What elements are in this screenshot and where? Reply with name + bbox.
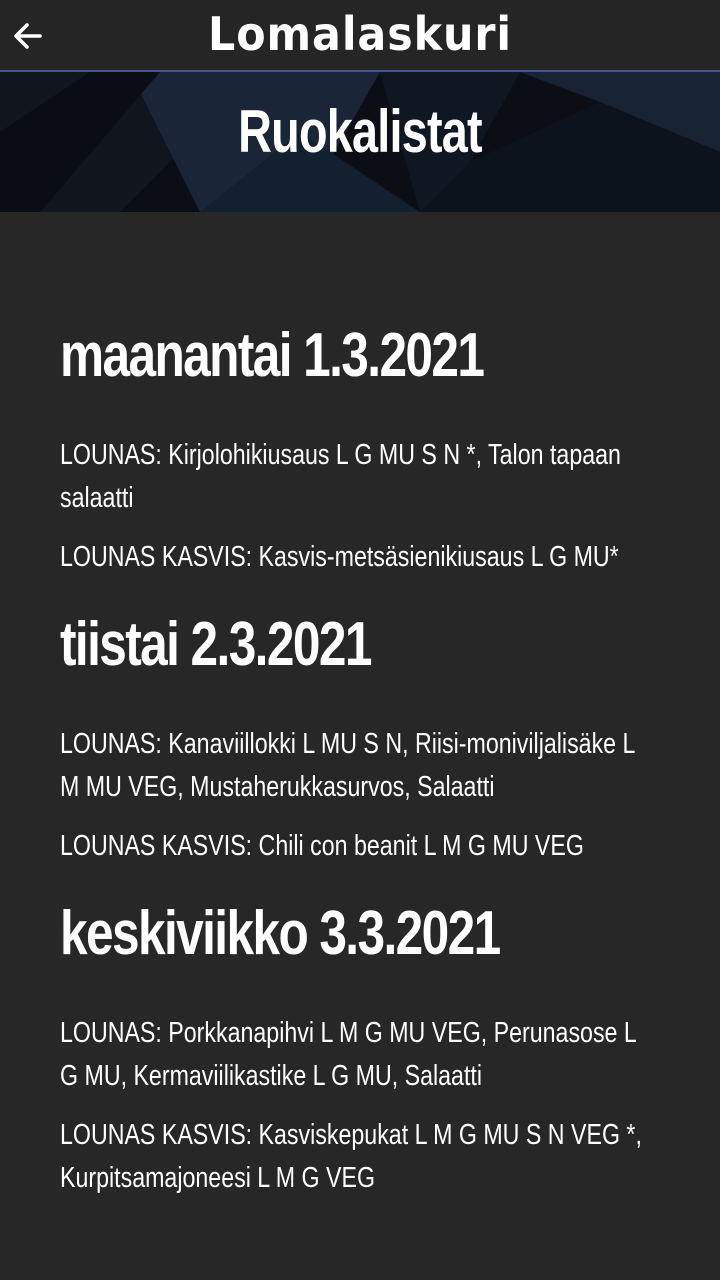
menu-list: maanantai 1.3.2021 LOUNAS: Kirjolohikius… — [60, 212, 660, 1200]
app-title: Lomalaskuri — [208, 7, 512, 61]
meal-item: LOUNAS: Kirjolohikiusaus L G MU S N *, T… — [60, 439, 621, 514]
day-heading: keskiviikko 3.3.2021 — [60, 899, 501, 968]
page-title: Ruokalistat — [238, 98, 482, 165]
day-section: tiistai 2.3.2021 LOUNAS: Kanaviillokki L… — [60, 579, 660, 868]
day-section: keskiviikko 3.3.2021 LOUNAS: Porkkanapih… — [60, 868, 660, 1200]
day-heading: tiistai 2.3.2021 — [60, 610, 372, 679]
day-heading: maanantai 1.3.2021 — [60, 321, 485, 390]
hero-banner: Ruokalistat — [0, 72, 720, 212]
meal-item: LOUNAS KASVIS: Kasviskepukat L M G MU S … — [60, 1119, 642, 1194]
meal-item: LOUNAS: Kanaviillokki L MU S N, Riisi-mo… — [60, 728, 635, 803]
meal-item: LOUNAS KASVIS: Kasvis-metsäsienikiusaus … — [60, 541, 619, 573]
meal-item: LOUNAS: Porkkanapihvi L M G MU VEG, Peru… — [60, 1017, 636, 1092]
meal-item: LOUNAS KASVIS: Chili con beanit L M G MU… — [60, 830, 584, 862]
app-bar: Lomalaskuri — [0, 0, 720, 72]
day-section: maanantai 1.3.2021 LOUNAS: Kirjolohikius… — [60, 212, 660, 579]
